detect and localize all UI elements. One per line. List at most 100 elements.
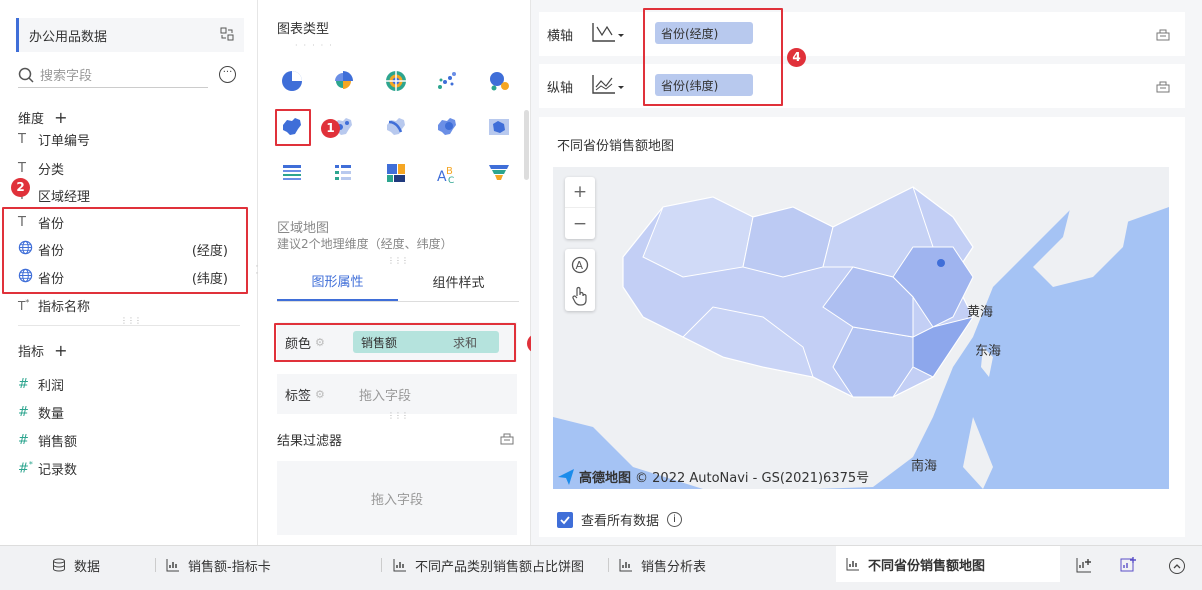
chart-icon [393, 559, 406, 572]
auto-zoom-icon[interactable]: A [565, 249, 595, 280]
tab-label: 销售额-指标卡 [188, 559, 271, 575]
field-item[interactable]: # 利润 [18, 371, 244, 397]
treemap-icon[interactable] [379, 156, 413, 190]
flow-map-icon[interactable] [379, 110, 413, 144]
tab-separator [381, 558, 382, 572]
chart-type-title: 图表类型 [277, 22, 330, 37]
filter-title: 结果过滤器 [277, 434, 343, 449]
axis-settings-icon[interactable] [1155, 78, 1171, 98]
tab-label: 不同产品类别销售额占比饼图 [415, 559, 585, 575]
bubble-icon[interactable] [482, 64, 516, 98]
zoom-out-button[interactable]: − [565, 208, 595, 239]
filter-settings-icon[interactable] [499, 430, 515, 450]
field-item[interactable]: #* 记录数 [18, 455, 244, 481]
dimension-section: 维度 + [18, 108, 68, 127]
pie-chart-icon[interactable] [275, 64, 309, 98]
heat-map-icon[interactable] [430, 110, 464, 144]
rose-chart-icon[interactable] [326, 64, 360, 98]
chart-panel: 不同省份销售额地图 黄海 东海 南海 + − A 高德地图 © 2022 Aut… [539, 117, 1185, 537]
field-search[interactable]: 搜索字段 [18, 62, 208, 88]
x-axis-type-icon[interactable] [591, 21, 625, 47]
field-label: 利润 [38, 378, 65, 394]
more-options-icon[interactable]: ··· [219, 66, 236, 83]
info-icon[interactable]: i [667, 512, 683, 527]
region-map[interactable]: 黄海 东海 南海 + − A 高德地图 © 2022 AutoNavi - GS… [553, 167, 1169, 489]
amap-logo-icon [558, 468, 574, 485]
field-item[interactable]: # 数量 [18, 399, 244, 425]
add-dashboard-icon[interactable] [1119, 556, 1137, 578]
zoom-in-button[interactable]: + [565, 177, 595, 208]
field-item[interactable]: T 区域经理 [18, 182, 244, 208]
text-star-type-icon: T* [18, 297, 30, 313]
zoom-control: + − [565, 177, 595, 239]
add-measure-icon[interactable]: + [54, 341, 67, 360]
search-icon [18, 67, 34, 83]
y-axis-type-icon[interactable] [591, 73, 625, 99]
highlight-box-1 [275, 109, 311, 146]
svg-text:A: A [576, 259, 584, 272]
sheet-tab-bar: 数据 销售额-指标卡 不同产品类别销售额占比饼图 销售分析表 不同省份销售额地图 [0, 545, 1202, 590]
filter-drop-zone[interactable]: 拖入字段 [277, 461, 517, 535]
funnel-icon[interactable] [482, 156, 516, 190]
add-dimension-icon[interactable]: + [54, 108, 67, 127]
chart-icon [846, 558, 859, 571]
map-tools: A [565, 249, 595, 311]
province-region[interactable] [937, 259, 945, 267]
field-label: 区域经理 [38, 189, 91, 205]
step-badge-4: 4 [787, 48, 806, 67]
number-type-icon: # [18, 376, 29, 392]
y-axis-row: 纵轴 省份(纬度) [539, 64, 1185, 108]
custom-map-icon[interactable] [482, 110, 516, 144]
x-axis-row: 横轴 省份(经度) [539, 12, 1185, 56]
tab-separator [155, 558, 156, 572]
label-property: 标签 ⚙ 拖入字段 [277, 374, 517, 414]
text-type-icon: T [18, 160, 26, 176]
tab-data[interactable]: 数据 [52, 546, 100, 584]
tab-province-map[interactable]: 不同省份销售额地图 [836, 546, 1060, 582]
add-component-icon[interactable] [1075, 556, 1093, 578]
tab-sales-table[interactable]: 销售分析表 [619, 546, 706, 584]
amap-logo-text: 高德地图 [579, 471, 632, 486]
label-drop-zone[interactable]: 拖入字段 [359, 385, 411, 404]
resize-handle[interactable]: ⋮⋮⋮ [120, 316, 142, 325]
multi-pie-icon[interactable] [379, 64, 413, 98]
switch-dataset-icon[interactable] [220, 27, 234, 45]
view-all-checkbox[interactable] [557, 511, 573, 528]
field-label: 指标名称 [38, 299, 91, 315]
field-label: 订单编号 [38, 133, 91, 148]
dataset-selector[interactable]: 办公用品数据 [16, 18, 244, 52]
tab-label: 销售分析表 [641, 559, 707, 575]
field-label: 记录数 [38, 462, 78, 478]
detail-table-icon[interactable] [275, 156, 309, 190]
tab-sales-card[interactable]: 销售额-指标卡 [166, 546, 271, 584]
collapse-up-icon[interactable] [1169, 558, 1185, 574]
label-label: 标签 [285, 388, 312, 404]
highlight-box-2 [2, 207, 248, 294]
number-type-icon: # [18, 404, 29, 420]
sea-label: 东海 [975, 344, 1002, 359]
field-item[interactable]: T 分类 [18, 155, 244, 181]
step-badge-1: 1 [321, 119, 340, 138]
search-input[interactable]: 搜索字段 [40, 65, 92, 84]
scatter-icon[interactable] [430, 64, 464, 98]
tab-component-style[interactable]: 组件样式 [398, 262, 519, 301]
cross-table-icon[interactable] [326, 156, 360, 190]
tab-separator [608, 558, 609, 572]
axis-settings-icon[interactable] [1155, 26, 1171, 46]
field-item[interactable]: # 销售额 [18, 427, 244, 453]
config-tabs: 图形属性 组件样式 [277, 262, 519, 302]
highlight-box-4 [643, 8, 783, 106]
field-label: 数量 [38, 406, 65, 422]
field-item[interactable]: T 订单编号 [18, 131, 244, 148]
field-item[interactable]: T* 指标名称 [18, 292, 244, 318]
word-cloud-icon[interactable]: ABC [430, 156, 464, 190]
tab-graph-properties[interactable]: 图形属性 [277, 262, 398, 301]
tab-pie-chart[interactable]: 不同产品类别销售额占比饼图 [393, 546, 584, 584]
x-axis-label: 横轴 [547, 28, 574, 44]
measure-title: 指标 [18, 345, 45, 360]
measure-section: 指标 + [18, 341, 68, 360]
settings-icon[interactable]: ⚙ [315, 388, 325, 401]
scrollbar[interactable] [524, 110, 529, 180]
hand-pointer-icon[interactable] [565, 280, 595, 311]
resize-handle[interactable]: ⋮⋮⋮ [387, 411, 409, 420]
